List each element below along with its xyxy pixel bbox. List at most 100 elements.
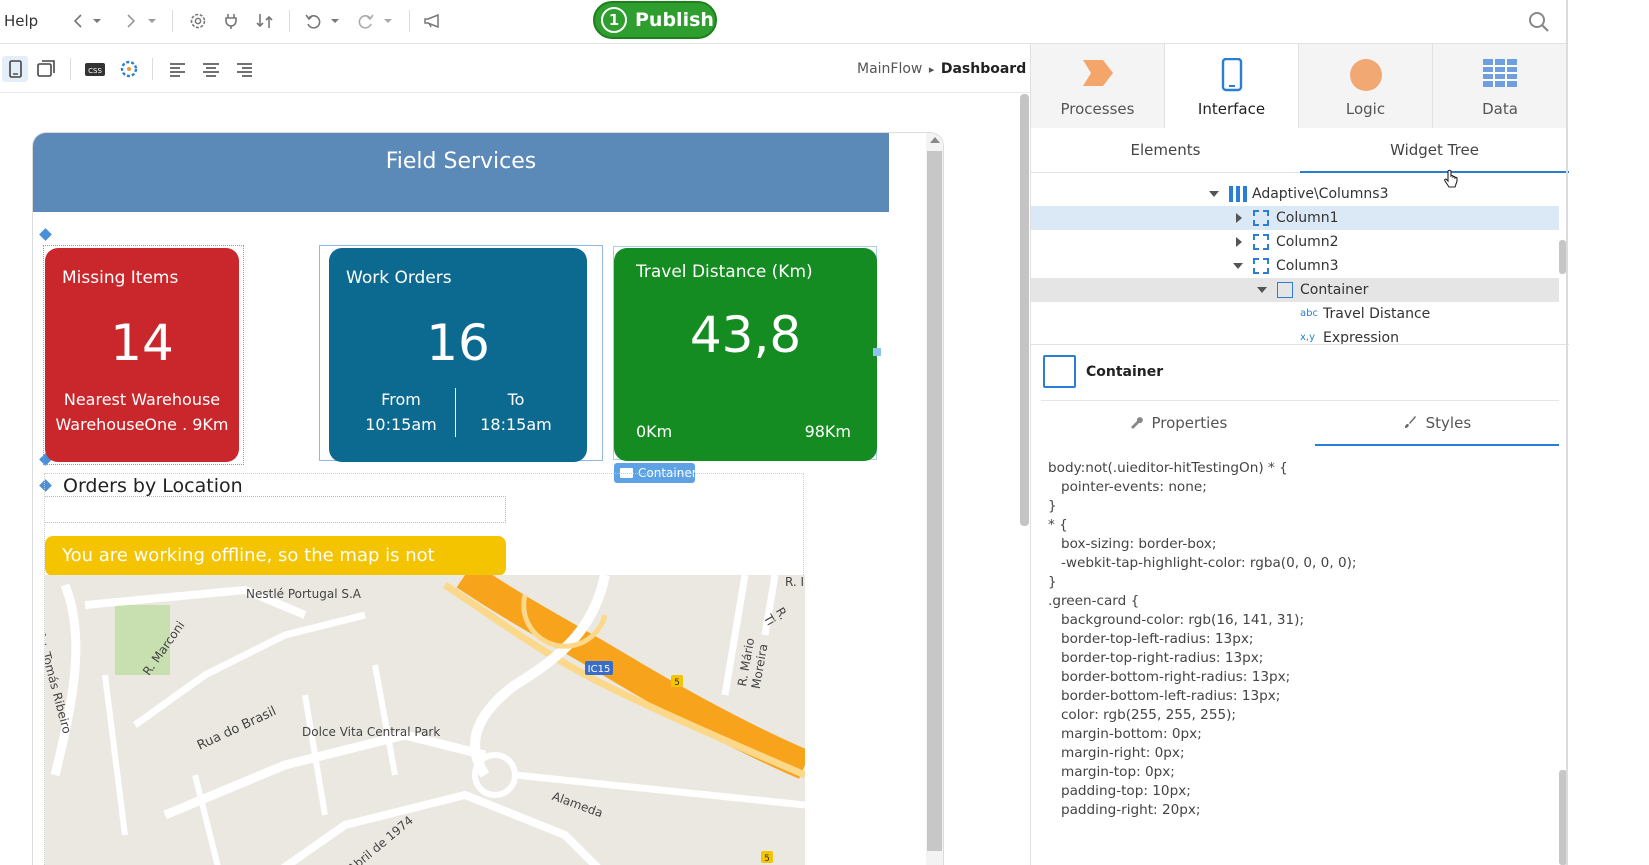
css-icon[interactable]: CSS — [84, 58, 106, 80]
tab-styles[interactable]: Styles — [1315, 401, 1559, 446]
publish-button[interactable]: 1 Publish — [593, 1, 717, 39]
expand-arrow-icon[interactable] — [1236, 213, 1242, 223]
tree-item-column1[interactable]: Column1 — [1031, 206, 1559, 230]
back-history-dropdown-icon[interactable] — [90, 10, 104, 32]
svg-text:5: 5 — [674, 678, 680, 688]
tree-item-column2[interactable]: Column2 — [1031, 230, 1559, 254]
svg-text:CSS: CSS — [88, 67, 102, 75]
search-icon[interactable] — [1527, 10, 1551, 34]
top-toolbar: Help 1 Publish — [0, 0, 1568, 44]
forward-history-dropdown-icon[interactable] — [145, 10, 159, 32]
tab-logic[interactable]: Logic — [1299, 44, 1433, 128]
merge-icon[interactable] — [254, 10, 276, 32]
main-tabs: Processes Interface Logic Data — [1031, 44, 1569, 128]
tree-item-column3[interactable]: Column3 — [1031, 254, 1559, 278]
canvas-scroll-thumb[interactable] — [1020, 94, 1029, 526]
work-orders-card[interactable]: Work Orders 16 From 10:15am To 18:15am — [329, 248, 587, 462]
travel-distance-title: Travel Distance (Km) — [636, 262, 813, 282]
travel-distance-card[interactable]: Travel Distance (Km) 43,8 0Km 98Km — [614, 248, 877, 461]
app-header[interactable]: Field Services — [33, 133, 889, 212]
redo-dropdown-icon[interactable] — [381, 10, 395, 32]
tab-styles-label: Styles — [1425, 414, 1472, 432]
travel-distance-min: 0Km — [636, 422, 673, 441]
missing-items-title: Missing Items — [62, 268, 179, 288]
collapse-arrow-icon[interactable] — [1257, 287, 1267, 293]
column-icon — [1253, 210, 1269, 226]
megaphone-icon[interactable] — [422, 10, 444, 32]
toolbar-divider — [289, 10, 290, 32]
breadcrumb-screen[interactable]: Dashboard — [941, 61, 1026, 77]
missing-items-value: 14 — [110, 314, 174, 372]
align-right-icon[interactable] — [233, 58, 255, 80]
map-roads: IC15 5 5 — [45, 575, 805, 865]
plug-icon[interactable] — [220, 10, 242, 32]
gear-icon[interactable] — [187, 10, 209, 32]
collapse-arrow-icon[interactable] — [1209, 191, 1219, 197]
selected-widget-name: Container — [1086, 364, 1164, 380]
logic-icon — [1349, 58, 1383, 96]
tab-widget-tree[interactable]: Widget Tree — [1300, 128, 1569, 173]
undo-icon[interactable] — [302, 10, 324, 32]
sub-tabs: Elements Widget Tree — [1031, 128, 1569, 173]
tab-elements[interactable]: Elements — [1031, 128, 1300, 172]
help-menu[interactable]: Help — [4, 12, 38, 30]
offline-banner[interactable]: You are working offline, so the map is n… — [45, 536, 506, 606]
back-icon[interactable] — [68, 10, 90, 32]
publish-step-badge: 1 — [601, 7, 627, 33]
tab-processes-label: Processes — [1060, 100, 1135, 118]
tab-properties[interactable]: Properties — [1041, 401, 1315, 446]
align-center-icon[interactable] — [200, 58, 222, 80]
work-orders-from-label: From — [381, 390, 421, 409]
container-icon — [1043, 355, 1076, 388]
publish-label: Publish — [635, 9, 714, 31]
tablet-view-icon[interactable] — [35, 58, 57, 80]
column-icon — [1253, 234, 1269, 250]
tree-item-container[interactable]: Container — [1031, 278, 1559, 302]
tab-logic-label: Logic — [1345, 100, 1386, 118]
processes-icon — [1081, 58, 1115, 92]
tab-processes[interactable]: Processes — [1031, 44, 1165, 128]
expand-arrow-icon[interactable] — [1236, 237, 1242, 247]
tree-item-columns3[interactable]: Adaptive\Columns3 — [1031, 182, 1559, 206]
tab-interface-label: Interface — [1197, 100, 1266, 118]
tree-item-label: Column1 — [1276, 210, 1339, 226]
right-panel: Processes Interface Logic Data Elements … — [1030, 44, 1569, 865]
travel-distance-value: 43,8 — [689, 306, 802, 364]
breadcrumb-separator: ▸ — [928, 63, 935, 76]
scroll-up-arrow-icon[interactable] — [930, 137, 940, 143]
window-edge — [1566, 0, 1568, 865]
resize-handle[interactable] — [873, 348, 881, 356]
wrench-icon — [1130, 417, 1143, 429]
theme-icon[interactable] — [118, 58, 140, 80]
css-code-editor[interactable]: body:not(.uieditor-hitTestingOn) * { poi… — [1048, 459, 1548, 865]
redo-icon[interactable] — [355, 10, 377, 32]
column-icon — [1253, 258, 1269, 274]
device-scroll-thumb[interactable] — [927, 151, 942, 851]
tree-scroll-thumb[interactable] — [1559, 240, 1566, 274]
tree-item-label: Adaptive\Columns3 — [1252, 186, 1389, 202]
missing-items-card[interactable]: Missing Items 14 Nearest Warehouse Wareh… — [45, 248, 239, 462]
tab-data[interactable]: Data — [1433, 44, 1567, 128]
align-left-icon[interactable] — [167, 58, 189, 80]
breadcrumb-flow[interactable]: MainFlow — [857, 61, 922, 77]
tree-item-label: Column3 — [1276, 258, 1339, 274]
phone-view-icon[interactable] — [2, 56, 28, 82]
work-orders-to-value: 18:15am — [480, 415, 552, 434]
collapse-arrow-icon[interactable] — [1233, 263, 1243, 269]
device-preview: Field Services Missing Items 14 Nearest … — [32, 132, 944, 865]
tree-item-expression[interactable]: x,y Expression — [1031, 326, 1559, 344]
tab-interface[interactable]: Interface — [1165, 44, 1299, 128]
canvas-scrollbar[interactable] — [1019, 94, 1030, 865]
screen-canvas[interactable]: Field Services Missing Items 14 Nearest … — [0, 94, 1030, 865]
tree-item-label: Container — [1300, 282, 1369, 298]
drop-handle[interactable] — [39, 228, 52, 241]
travel-distance-max: 98Km — [804, 422, 851, 441]
work-orders-from-value: 10:15am — [365, 415, 437, 434]
undo-dropdown-icon[interactable] — [328, 10, 342, 32]
tree-item-travel-distance[interactable]: abc Travel Distance — [1031, 302, 1559, 326]
tab-data-label: Data — [1482, 100, 1518, 118]
device-scrollbar[interactable] — [926, 133, 943, 865]
forward-icon[interactable] — [119, 10, 141, 32]
text-widget-icon: abc — [1300, 308, 1318, 319]
svg-text:5: 5 — [764, 854, 770, 864]
